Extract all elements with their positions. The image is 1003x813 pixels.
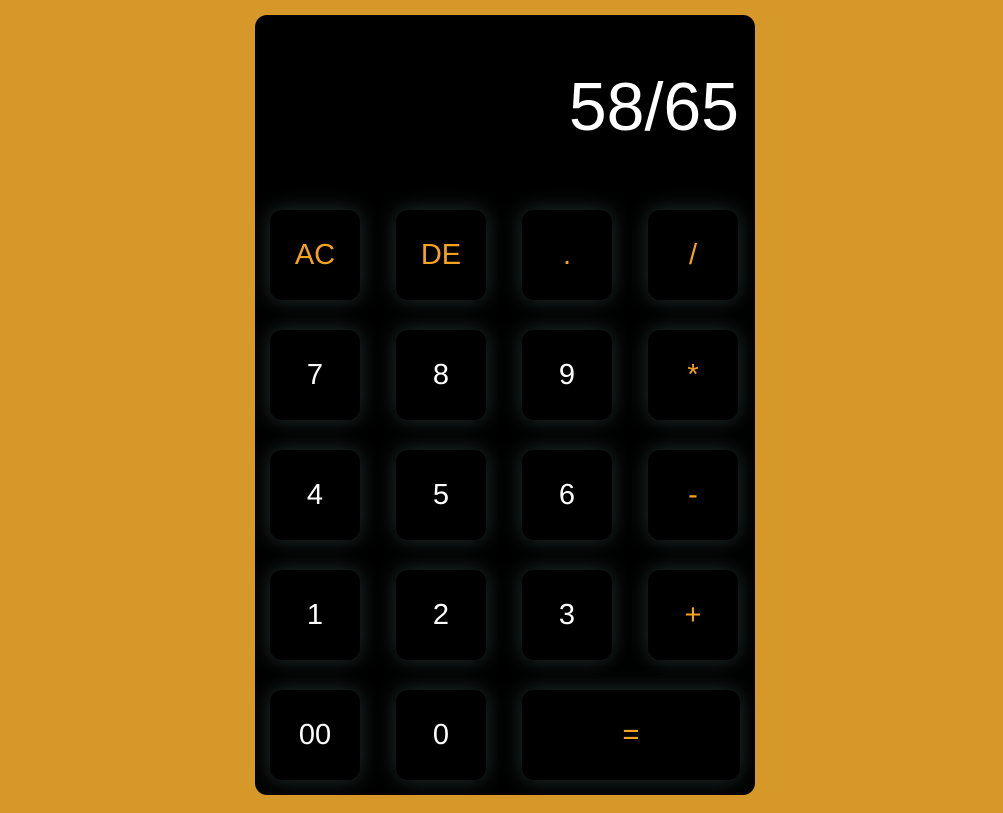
delete-button[interactable]: DE	[396, 210, 486, 300]
all-clear-button[interactable]: AC	[270, 210, 360, 300]
digit-6-button[interactable]: 6	[522, 450, 612, 540]
display-value: 58/65	[568, 69, 739, 145]
calculator-display: 58/65	[255, 15, 755, 195]
digit-3-button[interactable]: 3	[522, 570, 612, 660]
double-zero-button[interactable]: 00	[270, 690, 360, 780]
plus-button[interactable]: +	[648, 570, 738, 660]
digit-2-button[interactable]: 2	[396, 570, 486, 660]
digit-7-button[interactable]: 7	[270, 330, 360, 420]
equals-button[interactable]: =	[522, 690, 740, 780]
decimal-button[interactable]: .	[522, 210, 612, 300]
minus-button[interactable]: -	[648, 450, 738, 540]
digit-5-button[interactable]: 5	[396, 450, 486, 540]
calculator: 58/65 AC DE . / 7 8 9 * 4 5 6 - 1 2 3 + …	[255, 15, 755, 795]
digit-9-button[interactable]: 9	[522, 330, 612, 420]
digit-8-button[interactable]: 8	[396, 330, 486, 420]
divide-button[interactable]: /	[648, 210, 738, 300]
digit-0-button[interactable]: 0	[396, 690, 486, 780]
digit-1-button[interactable]: 1	[270, 570, 360, 660]
keypad: AC DE . / 7 8 9 * 4 5 6 - 1 2 3 + 00 0 =	[270, 210, 740, 780]
digit-4-button[interactable]: 4	[270, 450, 360, 540]
multiply-button[interactable]: *	[648, 330, 738, 420]
